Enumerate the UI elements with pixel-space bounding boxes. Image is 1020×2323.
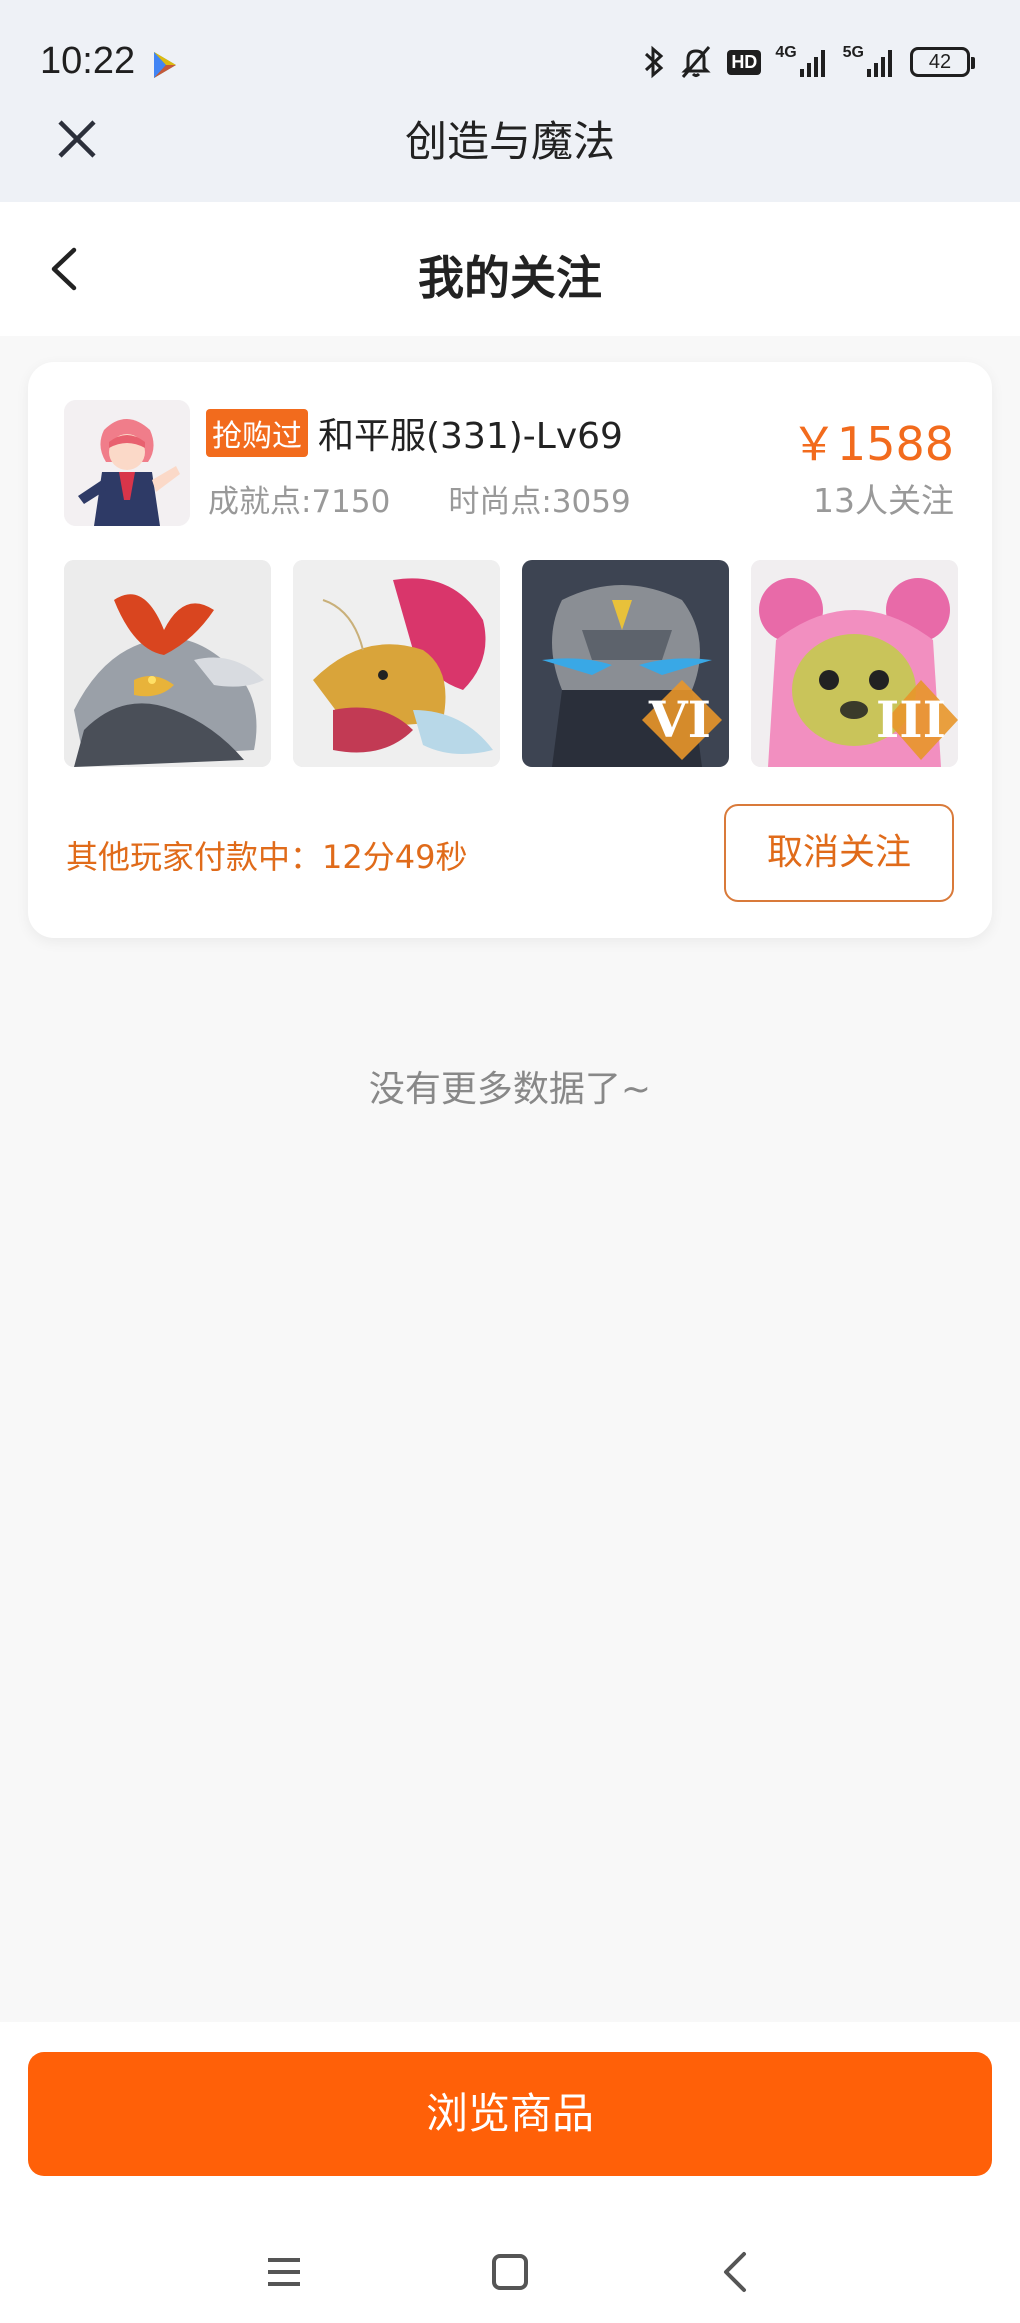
- colorful-dragon-image: [293, 560, 500, 767]
- fashion-points: 时尚点:3059: [448, 484, 631, 520]
- mini-program-header: 创造与魔法: [0, 100, 1020, 202]
- achievement-points: 成就点:7150: [208, 484, 391, 520]
- status-time: 10:22: [40, 40, 136, 82]
- play-store-icon: [154, 52, 176, 78]
- character-illustration: [64, 400, 190, 526]
- bottom-area: 浏览商品: [0, 2022, 1020, 2323]
- home-icon[interactable]: [480, 2242, 540, 2302]
- page-title: 我的关注: [418, 251, 602, 305]
- top-area: 10:22 HD 4G 5G 42 创造与魔法: [0, 0, 1020, 202]
- browse-products-button[interactable]: 浏览商品: [28, 2052, 992, 2176]
- thumbnail-colorful-dragon[interactable]: [293, 560, 500, 767]
- menu-icon[interactable]: [254, 2242, 314, 2302]
- item-thumbnails: VI III: [64, 560, 958, 767]
- grade-badge: VI: [648, 690, 711, 749]
- item-price: ￥1588: [790, 417, 954, 471]
- signal-icon: [867, 50, 892, 77]
- item-title-row: 抢购过 和平服(331)-Lv69: [206, 408, 623, 458]
- bluetooth-icon: [645, 45, 664, 79]
- follower-count: 13人关注: [813, 481, 954, 520]
- status-icons: HD 4G 5G 42: [643, 42, 975, 82]
- item-name: 和平服(331)-Lv69: [318, 416, 623, 457]
- followed-item-card[interactable]: 抢购过 和平服(331)-Lv69 成就点:7150 时尚点:3059 ￥158…: [28, 362, 992, 938]
- list-end-text: 没有更多数据了~: [368, 1069, 652, 1110]
- purchased-tag: 抢购过: [206, 409, 308, 457]
- character-avatar: [64, 400, 190, 526]
- unfollow-button[interactable]: 取消关注: [724, 804, 954, 902]
- mini-program-title: 创造与魔法: [404, 117, 615, 166]
- net-label-4g: 4G: [775, 44, 797, 61]
- item-stats: 成就点:7150 时尚点:3059: [208, 476, 631, 521]
- grade-badge: III: [875, 690, 946, 749]
- net-label-5g: 5G: [842, 44, 864, 61]
- silver-dragon-image: [64, 560, 271, 767]
- signal-icon: [799, 50, 825, 77]
- signal-5g: 5G: [843, 44, 896, 80]
- status-bar: 10:22 HD 4G 5G 42: [0, 0, 1020, 110]
- payment-status: 其他玩家付款中：12分49秒: [66, 838, 468, 876]
- thumbnail-silver-dragon[interactable]: [64, 560, 271, 767]
- signal-4g: 4G: [775, 44, 828, 80]
- thumbnail-pink-bear[interactable]: III: [751, 560, 958, 767]
- thumbnail-stone-golem[interactable]: VI: [522, 560, 729, 767]
- battery-icon: 42: [910, 47, 975, 77]
- page-header: 我的关注: [0, 202, 1020, 336]
- mute-bell-icon: [681, 46, 711, 78]
- nav-back-icon[interactable]: [706, 2242, 766, 2302]
- hd-badge: HD: [727, 49, 762, 75]
- system-nav-bar: [0, 2230, 1020, 2320]
